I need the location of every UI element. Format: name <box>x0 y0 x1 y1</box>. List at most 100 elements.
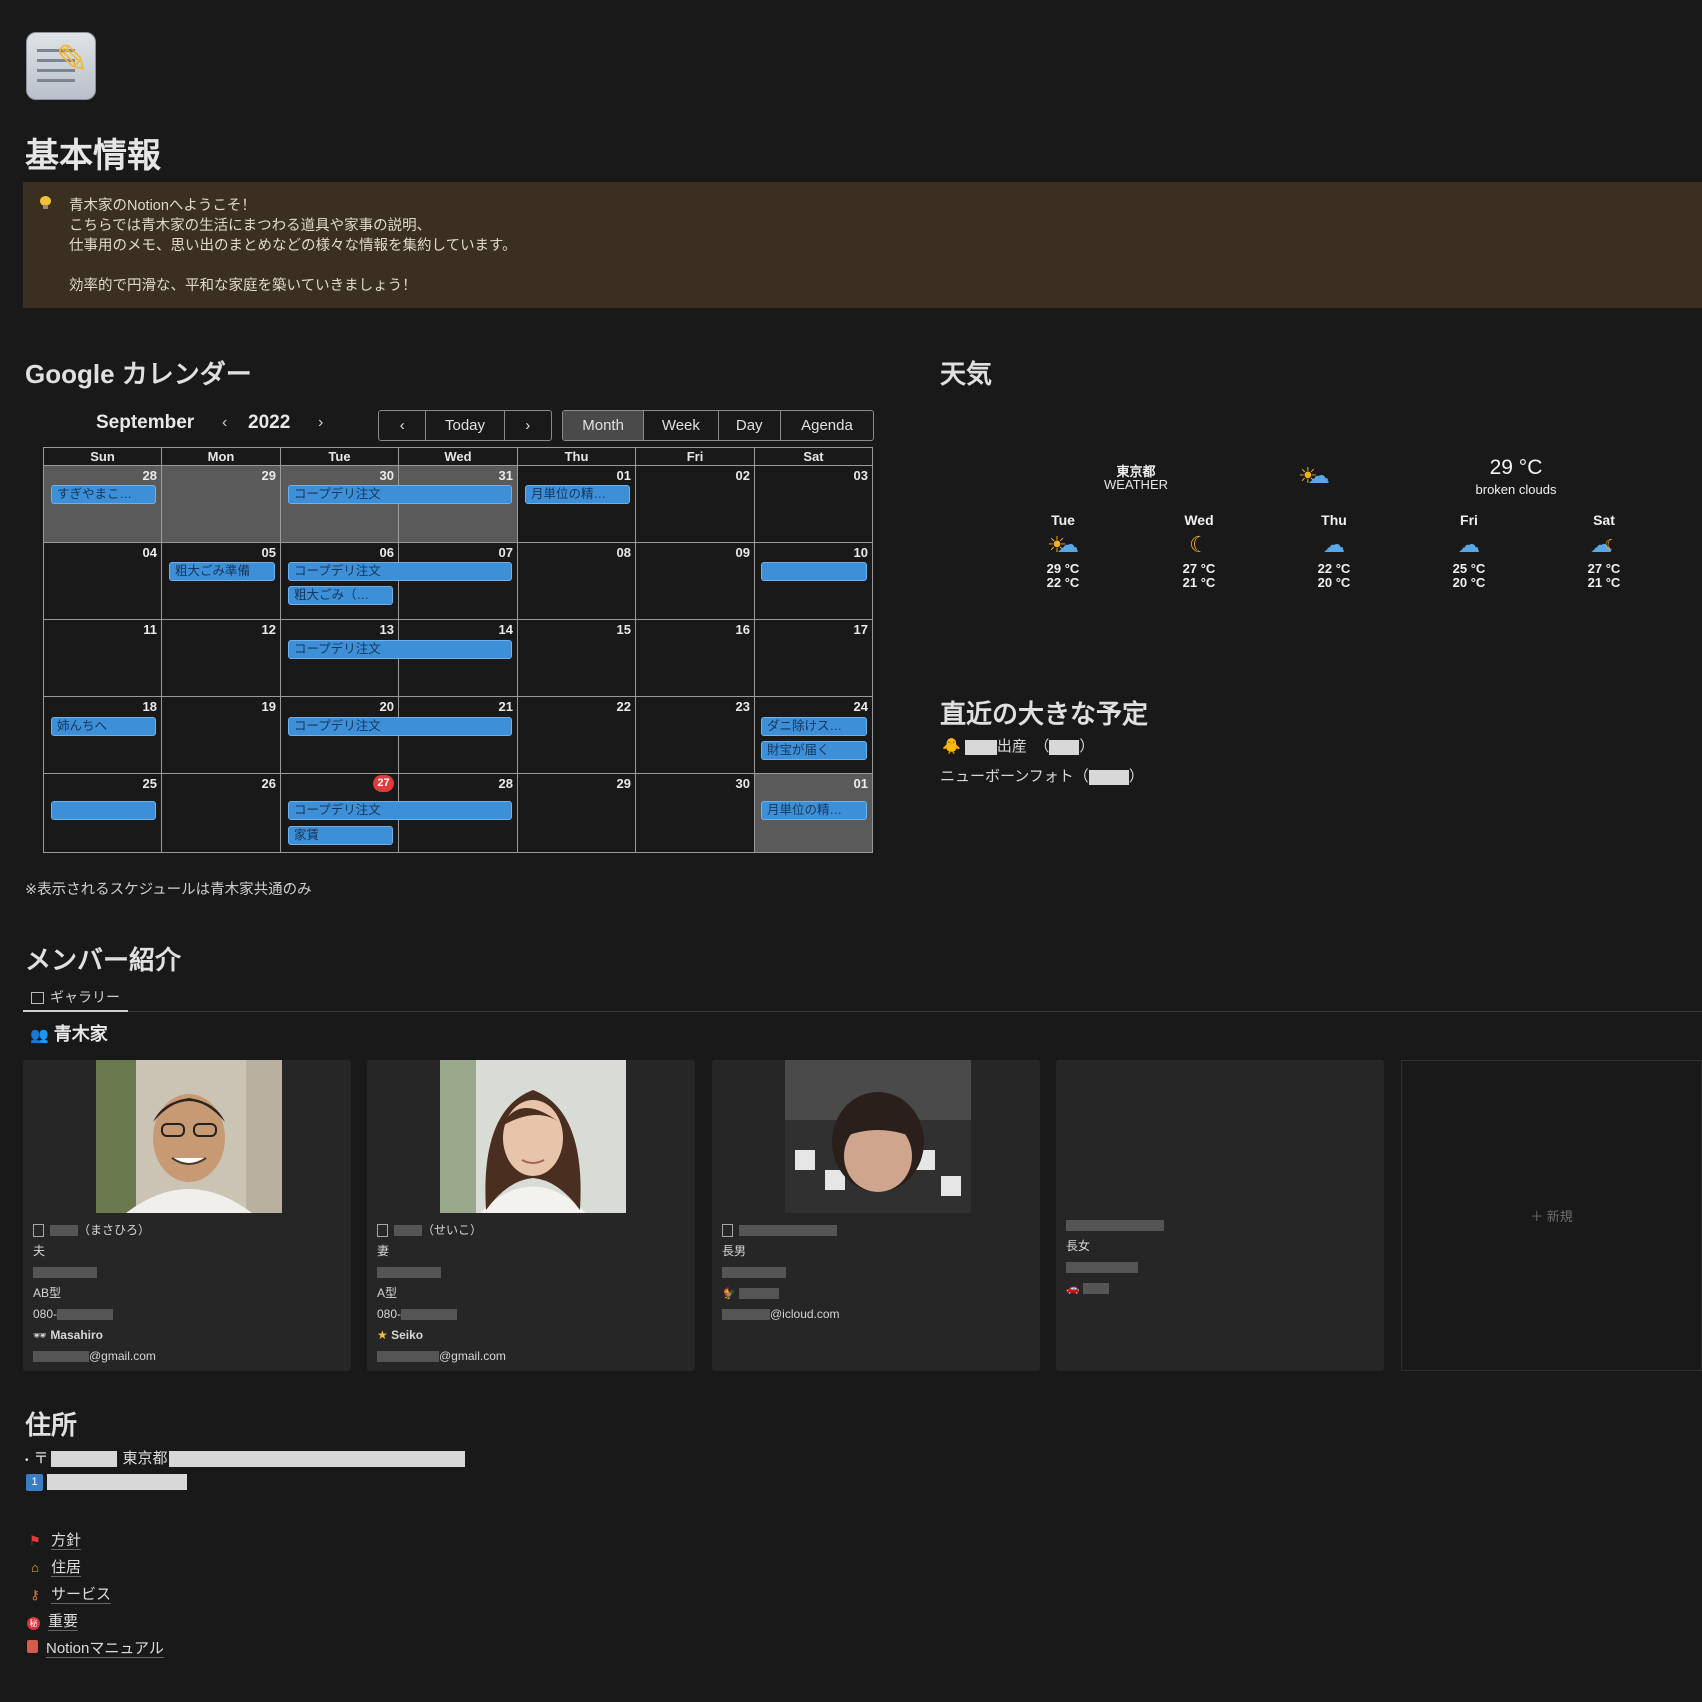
tab-gallery[interactable]: ギャラリー <box>31 987 120 1007</box>
calendar-day-cell[interactable]: 19 <box>162 696 281 773</box>
gallery-icon <box>31 992 44 1005</box>
tab-divider <box>23 1011 1702 1012</box>
link-residence[interactable]: ⌂ 住居 <box>27 1556 82 1577</box>
weekday-header: Sat <box>803 449 824 464</box>
sun-cloud-icon: ☀☁ <box>1047 532 1079 557</box>
calendar-event[interactable]: 家賃 <box>288 826 393 845</box>
callout-line: こちらでは青木家の生活にまつわる道具や家事の説明、 <box>69 218 432 234</box>
next-button[interactable]: › <box>505 411 551 440</box>
new-card-button[interactable]: ＋ 新規 <box>1401 1060 1702 1371</box>
calendar-day-cell[interactable]: 02 <box>636 465 755 542</box>
view-day-button[interactable]: Day <box>719 411 781 440</box>
weekday-header: Thu <box>518 448 636 465</box>
day-number: 25 <box>142 776 157 791</box>
link-important[interactable]: 秘重要 <box>27 1610 79 1631</box>
calendar-day-cell[interactable]: 29 <box>518 773 636 852</box>
member-card[interactable]: 長女 🚗 <box>1056 1060 1384 1371</box>
calendar-event[interactable]: コープデリ注文 <box>288 717 512 736</box>
member-photo <box>440 1060 626 1213</box>
forecast-day: Tue ☀ ☁ 29 °C 22 °C <box>1023 512 1103 590</box>
calendar-event[interactable] <box>51 801 156 820</box>
day-number: 19 <box>261 699 276 714</box>
member-name: （せいこ） <box>422 1223 483 1237</box>
day-number: 09 <box>735 545 750 560</box>
calendar-event[interactable]: コープデリ注文 <box>288 801 512 820</box>
calendar-day-cell[interactable]: 22 <box>518 696 636 773</box>
view-switcher: Month Week Day Agenda <box>562 410 874 441</box>
calendar-day-cell[interactable]: 08 <box>518 542 636 619</box>
weekday-header: Sun <box>44 448 162 465</box>
calendar-event[interactable]: すぎやまこ… <box>51 485 156 504</box>
pencil-icon: ✎ <box>55 38 89 82</box>
today-button[interactable]: Today <box>426 411 505 440</box>
prev-year-icon[interactable]: ‹ <box>222 414 227 432</box>
calendar-event[interactable]: コープデリ注文 <box>288 562 512 581</box>
calendar-day-cell[interactable]: 04 <box>44 542 162 619</box>
calendar-day-cell[interactable]: 12 <box>162 619 281 696</box>
day-number: 14 <box>498 622 513 637</box>
view-month-button[interactable]: Month <box>563 411 645 440</box>
day-number: 06 <box>379 545 394 560</box>
calendar-event[interactable]: 姉んちへ <box>51 717 156 736</box>
calendar-day-cell[interactable]: 11 <box>44 619 162 696</box>
forecast-low: 20 °C <box>1452 575 1486 590</box>
calendar-event[interactable]: 月単位の精… <box>761 801 867 820</box>
member-photo <box>785 1060 971 1213</box>
calendar-day-cell[interactable]: 16 <box>636 619 755 696</box>
calendar-day-cell[interactable]: 03 <box>755 465 872 542</box>
document-icon <box>377 1224 388 1238</box>
calendar-event[interactable]: コープデリ注文 <box>288 485 512 504</box>
cloud-icon: ☁ <box>1458 532 1480 557</box>
callout-line: 青木家のNotionへようこそ！ <box>69 198 256 214</box>
calendar-day-cell[interactable]: 26 <box>162 773 281 852</box>
star-icon: ★ <box>377 1328 388 1342</box>
view-week-button[interactable]: Week <box>644 411 719 440</box>
member-email: @gmail.com <box>89 1349 156 1363</box>
link-policy[interactable]: ⚑ 方針 <box>27 1529 82 1550</box>
book-icon <box>27 1640 38 1653</box>
calendar-event[interactable] <box>761 562 867 581</box>
group-title: 👥 青木家 <box>30 1024 108 1044</box>
view-agenda-button[interactable]: Agenda <box>781 411 873 440</box>
member-properties: 長男 🐓 @icloud.com <box>722 1220 840 1325</box>
member-card[interactable]: （せいこ） 妻 A型 080- ★ Seiko @gmail.com <box>367 1060 695 1371</box>
page-icon[interactable]: ✎ <box>26 32 96 100</box>
day-number: 28 <box>142 468 157 483</box>
calendar-event[interactable]: 財宝が届く <box>761 741 867 760</box>
day-number: 29 <box>616 776 631 791</box>
weather-heading: 天気 <box>940 359 993 389</box>
calendar-day-cell[interactable]: 17 <box>755 619 872 696</box>
calendar-event[interactable]: 粗大ごみ準備 <box>169 562 275 581</box>
member-phone: 080- <box>33 1307 58 1321</box>
member-email: @icloud.com <box>770 1307 840 1321</box>
calendar-event[interactable]: 粗大ごみ（… <box>288 586 393 605</box>
link-services[interactable]: ⚷ サービス <box>27 1583 112 1604</box>
calendar-event[interactable]: ダニ除けス… <box>761 717 867 736</box>
day-number: 13 <box>379 622 394 637</box>
calendar-event[interactable]: 月単位の精… <box>525 485 630 504</box>
calendar-day-cell[interactable]: 15 <box>518 619 636 696</box>
calendar-day-cell[interactable]: 29 <box>162 465 281 542</box>
forecast-high: 27 °C <box>1587 561 1621 576</box>
member-card[interactable]: 長男 🐓 @icloud.com <box>712 1060 1040 1371</box>
moon-icon: ☾ <box>1189 532 1209 557</box>
sunglasses-icon: 🕶 <box>33 1330 47 1342</box>
day-number: 04 <box>142 545 157 560</box>
calendar-day-cell[interactable]: 30 <box>636 773 755 852</box>
prev-button[interactable]: ‹ <box>379 411 427 440</box>
forecast-day-name: Tue <box>1051 512 1075 528</box>
calendar-day-cell[interactable]: 23 <box>636 696 755 773</box>
car-icon: 🚗 <box>1066 1283 1080 1295</box>
member-properties: （せいこ） 妻 A型 080- ★ Seiko @gmail.com <box>377 1220 506 1367</box>
next-year-icon[interactable]: › <box>318 414 323 432</box>
calendar-event[interactable]: コープデリ注文 <box>288 640 512 659</box>
forecast-day-name: Thu <box>1321 512 1347 528</box>
page-title: 基本情報 <box>25 137 161 175</box>
document-icon <box>33 1224 44 1238</box>
calendar-day-cell[interactable]: 09 <box>636 542 755 619</box>
member-properties: （まさひろ） 夫 AB型 080- 🕶 Masahiro @gmail.com <box>33 1220 156 1367</box>
link-notion-manual[interactable]: Notionマニュアル <box>27 1637 164 1658</box>
day-number: 07 <box>498 545 513 560</box>
member-card[interactable]: （まさひろ） 夫 AB型 080- 🕶 Masahiro @gmail.com <box>23 1060 351 1371</box>
key-icon: ⚷ <box>30 1587 40 1602</box>
